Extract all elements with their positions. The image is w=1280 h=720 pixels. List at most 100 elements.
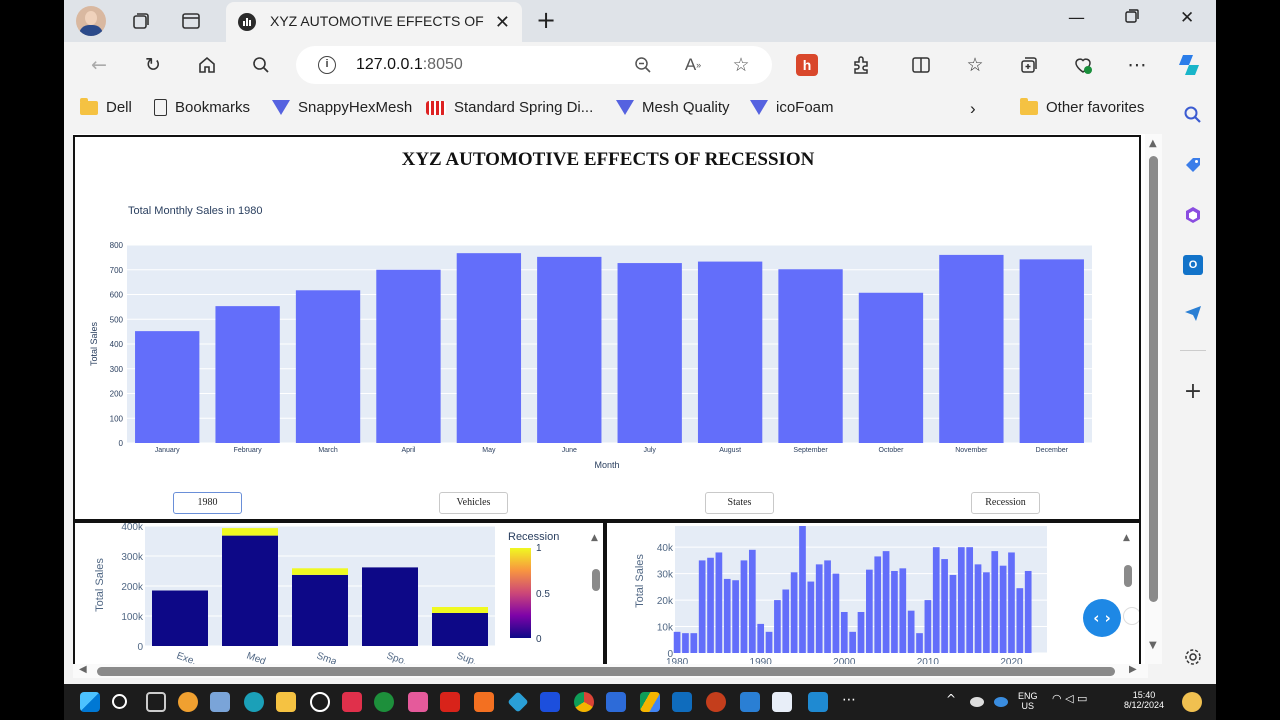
favorite-icofoam[interactable]: icoFoam: [750, 99, 834, 116]
acrobat-icon[interactable]: [440, 692, 460, 712]
bar-segment[interactable]: [292, 574, 348, 646]
year-bar[interactable]: [983, 572, 990, 653]
amazon-music-icon[interactable]: [540, 692, 560, 712]
year-bar[interactable]: [974, 564, 982, 653]
button-states[interactable]: States: [705, 492, 774, 514]
site-info-icon[interactable]: i: [318, 56, 336, 74]
favorite-star-icon[interactable]: ☆: [728, 52, 754, 78]
app-chart-icon[interactable]: [772, 692, 792, 712]
app-red-icon[interactable]: [342, 692, 362, 712]
read-aloud-icon[interactable]: A»: [680, 52, 706, 78]
task-view-icon[interactable]: [146, 692, 166, 712]
split-screen-icon[interactable]: [908, 52, 934, 78]
settings-icon[interactable]: [1182, 646, 1204, 668]
address-bar[interactable]: i 127.0.0.1:8050 A» ☆: [296, 46, 772, 84]
workspaces-icon[interactable]: [130, 10, 152, 32]
bar-july[interactable]: [617, 263, 682, 443]
year-bar[interactable]: [849, 631, 856, 653]
button-vehicles[interactable]: Vehicles: [439, 492, 508, 514]
year-bar[interactable]: [740, 560, 748, 653]
onedrive-icon[interactable]: [994, 697, 1008, 707]
year-bar[interactable]: [899, 568, 907, 653]
app-pink-icon[interactable]: [408, 692, 428, 712]
sidebar-search-icon[interactable]: [1182, 104, 1204, 126]
page-vertical-scrollbar[interactable]: ▲ ▼: [1145, 134, 1162, 664]
year-bar[interactable]: [815, 564, 823, 653]
weather-icon[interactable]: [970, 697, 984, 707]
restore-icon[interactable]: [1124, 8, 1140, 29]
bar-march[interactable]: [295, 290, 361, 443]
new-tab-icon[interactable]: +: [536, 6, 556, 34]
taskbar-search-icon[interactable]: [112, 694, 127, 709]
year-bar[interactable]: [941, 559, 948, 653]
page-horizontal-scrollbar[interactable]: ◀ ▶: [73, 664, 1148, 678]
year-bar[interactable]: [891, 570, 898, 653]
bar-december[interactable]: [1019, 259, 1084, 443]
year-bar[interactable]: [824, 560, 831, 653]
year-bar[interactable]: [991, 551, 999, 653]
bar-january[interactable]: [135, 331, 200, 443]
m365-icon[interactable]: [1182, 204, 1204, 226]
app-blue-icon[interactable]: [740, 692, 760, 712]
app-orange-icon[interactable]: [474, 692, 494, 712]
bar-october[interactable]: [858, 292, 924, 443]
year-bar[interactable]: [866, 569, 873, 653]
close-window-icon[interactable]: ✕: [1180, 8, 1194, 28]
more-apps-icon[interactable]: ⋯: [842, 692, 862, 712]
extensions-icon[interactable]: [848, 52, 874, 78]
year-bar[interactable]: [874, 556, 882, 653]
year-bar[interactable]: [949, 574, 957, 653]
bar-segment[interactable]: [222, 528, 278, 536]
bar-february[interactable]: [215, 306, 280, 443]
favorite-dell[interactable]: Dell: [80, 97, 132, 116]
inner-scrollbar[interactable]: ▲: [589, 523, 603, 664]
extension-h-icon[interactable]: h: [794, 52, 820, 78]
bar-segment[interactable]: [362, 567, 418, 646]
bar-april[interactable]: [376, 269, 441, 443]
dell-app-icon[interactable]: [310, 692, 330, 712]
folder-app-icon[interactable]: [276, 692, 296, 712]
drive-icon[interactable]: [640, 692, 660, 712]
powerpoint-icon[interactable]: [706, 692, 726, 712]
favorite-mesh-quality[interactable]: Mesh Quality: [616, 99, 730, 116]
chrome-icon[interactable]: [574, 692, 594, 712]
bar-june[interactable]: [537, 256, 602, 443]
home-icon[interactable]: [194, 52, 220, 78]
year-bar[interactable]: [832, 573, 840, 653]
year-bar[interactable]: [882, 551, 890, 653]
network-volume-battery-icon[interactable]: ◠ ◁ ▭: [1052, 692, 1112, 712]
year-bar[interactable]: [799, 526, 806, 653]
edge-icon[interactable]: [244, 692, 264, 712]
year-bar[interactable]: [907, 610, 915, 653]
clock[interactable]: 15:40 8/12/2024: [1124, 690, 1164, 710]
button-1980[interactable]: 1980: [173, 492, 242, 514]
year-bar[interactable]: [707, 557, 714, 653]
tab-close-icon[interactable]: ✕: [495, 12, 510, 33]
favorites-icon[interactable]: ☆: [962, 52, 988, 78]
collections-icon[interactable]: [1016, 52, 1042, 78]
feedback-bot-icon[interactable]: [1123, 607, 1139, 625]
notification-icon[interactable]: [1182, 692, 1202, 712]
year-bar[interactable]: [690, 633, 698, 653]
bar-may[interactable]: [456, 253, 522, 443]
year-bar[interactable]: [757, 623, 765, 653]
app-badge-icon[interactable]: [606, 692, 626, 712]
year-bar[interactable]: [682, 633, 689, 653]
year-bar[interactable]: [715, 552, 723, 653]
year-bar[interactable]: [790, 572, 798, 653]
search-icon[interactable]: [248, 52, 274, 78]
bar-segment[interactable]: [152, 590, 208, 647]
favorite-bookmarks[interactable]: Bookmarks: [154, 99, 250, 116]
inner-scrollbar[interactable]: ▲: [1121, 523, 1135, 664]
bar-segment[interactable]: [432, 607, 488, 613]
year-bar[interactable]: [999, 565, 1007, 653]
outlook-taskbar-icon[interactable]: [672, 692, 692, 712]
copilot-icon[interactable]: [1174, 50, 1204, 80]
year-bar[interactable]: [774, 600, 781, 653]
bar-segment[interactable]: [292, 568, 348, 575]
year-bar[interactable]: [924, 600, 932, 653]
browser-essentials-icon[interactable]: [1070, 52, 1096, 78]
year-bar[interactable]: [782, 589, 790, 654]
outlook-icon[interactable]: O: [1182, 254, 1204, 276]
vscode-icon[interactable]: [808, 692, 828, 712]
